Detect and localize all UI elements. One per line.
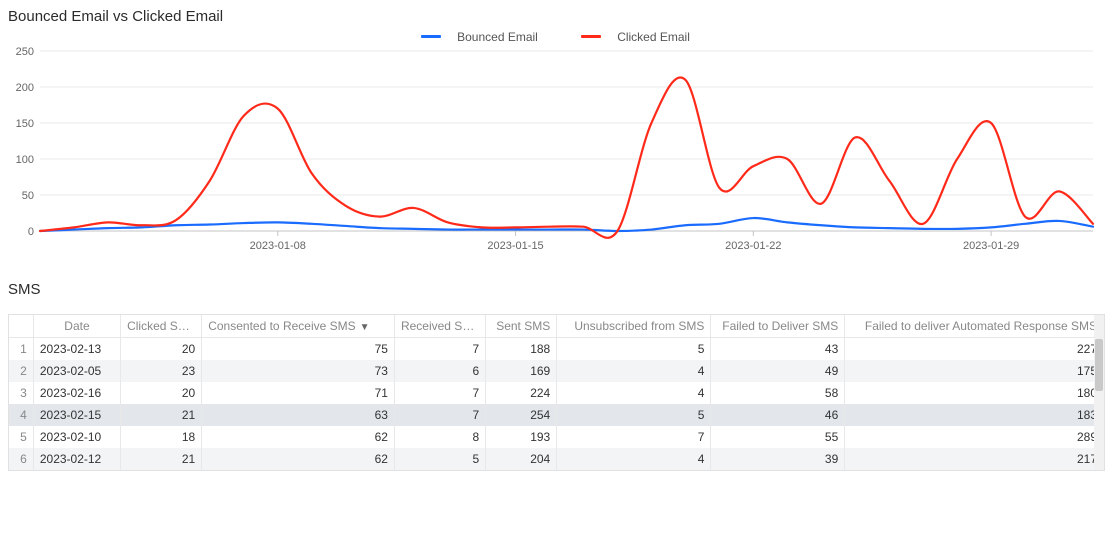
cell-consent: 71 [202,382,395,404]
svg-text:2023-01-15: 2023-01-15 [487,240,543,252]
cell-received: 7 [394,382,485,404]
cell-idx: 1 [9,338,33,361]
cell-unsub: 5 [557,338,711,361]
cell-clicked: 21 [121,448,202,470]
table-row[interactable]: 52023-02-1018628193755289 [9,426,1104,448]
cell-fail: 46 [711,404,845,426]
col-failauto[interactable]: Failed to deliver Automated Response SMS [845,315,1104,338]
col-idx[interactable] [9,315,33,338]
cell-date: 2023-02-13 [33,338,120,361]
sms-table-scroll[interactable]: DateClicked SMSConsented to Receive SMS▼… [9,315,1104,470]
svg-text:50: 50 [22,190,34,202]
cell-fail: 55 [711,426,845,448]
table-row[interactable]: 12023-02-1320757188543227 [9,338,1104,361]
cell-consent: 73 [202,360,395,382]
svg-text:2023-01-08: 2023-01-08 [250,240,306,252]
cell-date: 2023-02-12 [33,448,120,470]
cell-unsub: 5 [557,404,711,426]
cell-date: 2023-02-15 [33,404,120,426]
cell-sent: 188 [486,338,557,361]
cell-clicked: 18 [121,426,202,448]
cell-sent: 193 [486,426,557,448]
sms-table: DateClicked SMSConsented to Receive SMS▼… [9,315,1104,470]
table-row[interactable]: 62023-02-1221625204439217 [9,448,1104,470]
col-clicked[interactable]: Clicked SMS [121,315,202,338]
cell-consent: 63 [202,404,395,426]
cell-date: 2023-02-10 [33,426,120,448]
cell-unsub: 7 [557,426,711,448]
cell-received: 5 [394,448,485,470]
svg-text:200: 200 [16,82,34,94]
cell-fail: 58 [711,382,845,404]
cell-clicked: 23 [121,360,202,382]
sms-title: SMS [8,281,1103,298]
svg-text:2023-01-29: 2023-01-29 [963,240,1019,252]
table-scrollbar[interactable] [1094,315,1104,470]
cell-received: 6 [394,360,485,382]
svg-text:0: 0 [28,226,34,238]
sms-table-container: DateClicked SMSConsented to Receive SMS▼… [8,314,1105,471]
cell-failauto: 180 [845,382,1104,404]
cell-failauto: 175 [845,360,1104,382]
table-row[interactable]: 32023-02-1620717224458180 [9,382,1104,404]
cell-consent: 62 [202,448,395,470]
cell-failauto: 289 [845,426,1104,448]
cell-sent: 254 [486,404,557,426]
svg-text:150: 150 [16,118,34,130]
table-row[interactable]: 42023-02-1521637254546183 [9,404,1104,426]
cell-failauto: 227 [845,338,1104,361]
col-received[interactable]: Received SMS [394,315,485,338]
cell-fail: 43 [711,338,845,361]
svg-text:250: 250 [16,46,34,58]
cell-date: 2023-02-16 [33,382,120,404]
svg-text:2023-01-22: 2023-01-22 [725,240,781,252]
col-unsub[interactable]: Unsubscribed from SMS [557,315,711,338]
cell-sent: 169 [486,360,557,382]
sort-desc-icon: ▼ [360,322,370,333]
scrollbar-thumb[interactable] [1095,339,1103,391]
chart-title: Bounced Email vs Clicked Email [8,8,1103,25]
cell-consent: 75 [202,338,395,361]
cell-clicked: 20 [121,338,202,361]
cell-received: 7 [394,338,485,361]
cell-fail: 49 [711,360,845,382]
table-row[interactable]: 22023-02-0523736169449175 [9,360,1104,382]
col-fail[interactable]: Failed to Deliver SMS [711,315,845,338]
cell-received: 7 [394,404,485,426]
cell-sent: 204 [486,448,557,470]
cell-idx: 6 [9,448,33,470]
cell-idx: 2 [9,360,33,382]
cell-failauto: 183 [845,404,1104,426]
col-date[interactable]: Date [33,315,120,338]
cell-clicked: 20 [121,382,202,404]
chart-canvas: 0 50 100 150 200 250 2023-01-08 2023-01-15 2023-… [8,27,1103,257]
cell-idx: 3 [9,382,33,404]
cell-clicked: 21 [121,404,202,426]
cell-unsub: 4 [557,382,711,404]
svg-text:100: 100 [16,154,34,166]
cell-sent: 224 [486,382,557,404]
cell-unsub: 4 [557,448,711,470]
line-chart[interactable]: Bounced Email Clicked Email 050100150200… [8,27,1103,257]
cell-consent: 62 [202,426,395,448]
col-sent[interactable]: Sent SMS [486,315,557,338]
cell-date: 2023-02-05 [33,360,120,382]
cell-fail: 39 [711,448,845,470]
cell-failauto: 217 [845,448,1104,470]
cell-unsub: 4 [557,360,711,382]
cell-received: 8 [394,426,485,448]
cell-idx: 4 [9,404,33,426]
col-consent[interactable]: Consented to Receive SMS▼ [202,315,395,338]
cell-idx: 5 [9,426,33,448]
